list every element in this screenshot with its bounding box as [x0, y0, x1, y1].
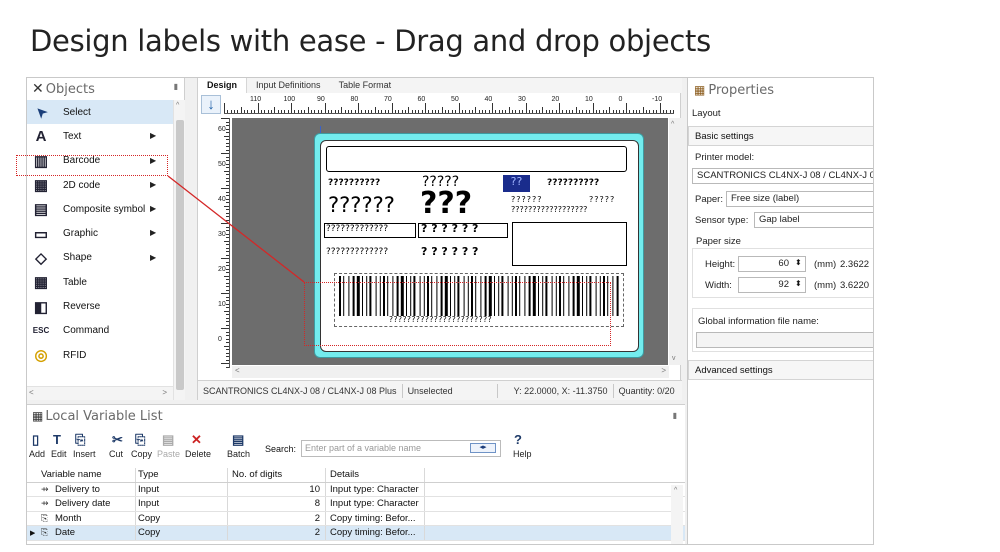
annotation-arrow [167, 175, 305, 283]
